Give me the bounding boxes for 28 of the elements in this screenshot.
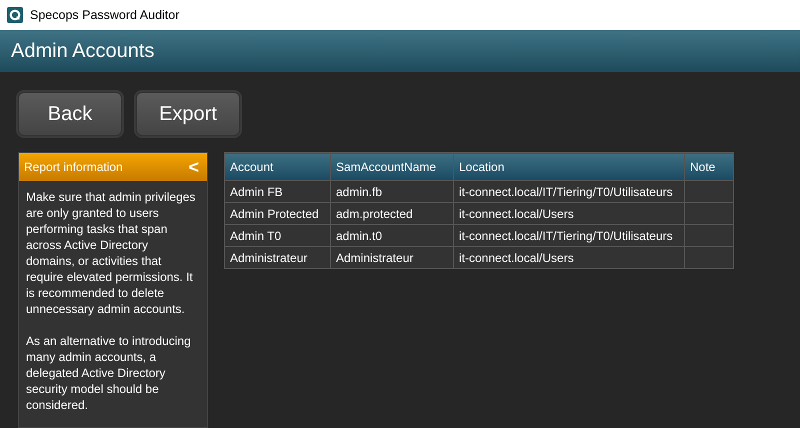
table-cell: Administrateur: [224, 246, 330, 268]
panel-title: Report information: [24, 160, 123, 174]
toolbar-button[interactable]: Export: [136, 92, 240, 136]
report-paragraph: As an alternative to introducing many admin accounts, a delegated Active Directory security model should be considered.: [26, 333, 192, 413]
table-cell: [684, 224, 734, 246]
report-paragraph: Make sure that admin privileges are only granted to users performing tasks that span across Active Directory domains, or activities that require elevated permissions. It is recommended to delete unnecessary admin accounts.: [26, 189, 196, 317]
table-cell: Admin FB: [224, 180, 330, 202]
table-cell: adm.protected: [330, 202, 454, 224]
window-title: Specops Password Auditor: [30, 8, 180, 22]
table-cell: Administrateur: [330, 246, 454, 268]
column-header[interactable]: Account: [224, 152, 330, 180]
table-cell: it-connect.local/IT/Tiering/T0/Utilisateurs: [454, 180, 684, 202]
table-cell: it-connect.local/Users: [454, 202, 684, 224]
table-cell: admin.t0: [330, 224, 454, 246]
table-cell: it-connect.local/Users: [454, 246, 684, 268]
table-cell: [684, 202, 734, 224]
app-logo-icon: [7, 7, 23, 23]
table-cell: admin.fb: [330, 180, 454, 202]
table-cell: Admin T0: [224, 224, 330, 246]
table-cell: [684, 246, 734, 268]
table-cell: [684, 180, 734, 202]
page-title: Admin Accounts: [11, 40, 154, 62]
table-cell: Admin Protected: [224, 202, 330, 224]
column-header[interactable]: Note: [684, 152, 734, 180]
column-header[interactable]: Location: [454, 152, 684, 180]
toolbar-button[interactable]: Back: [18, 92, 122, 136]
column-header[interactable]: SamAccountName: [330, 152, 454, 180]
table-cell: it-connect.local/IT/Tiering/T0/Utilisateurs: [454, 224, 684, 246]
